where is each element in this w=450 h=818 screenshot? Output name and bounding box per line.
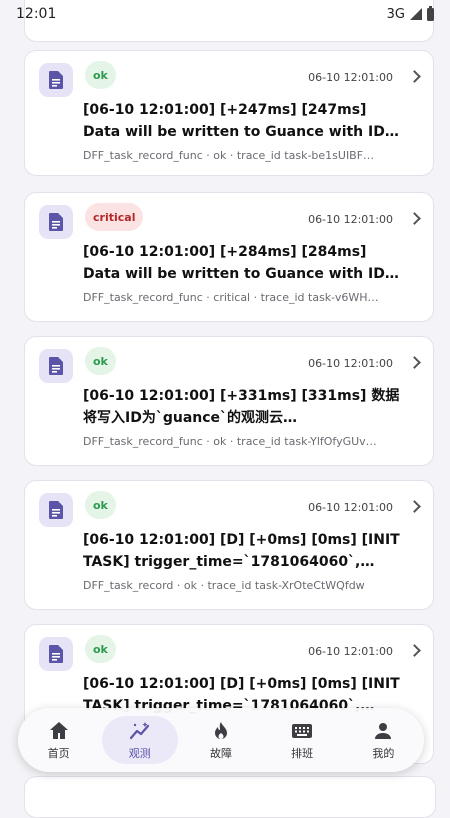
record-meta: DFF_task_record_func · ok · trace_id tas… <box>83 149 375 162</box>
fire-icon <box>213 720 229 742</box>
nav-item-mine[interactable]: 我的 <box>345 716 421 764</box>
nav-label: 排班 <box>291 746 314 760</box>
status-badge: critical <box>85 203 144 231</box>
status-badge: ok <box>85 635 116 663</box>
status-bar: 12:01 3G <box>0 0 450 28</box>
record-title: [06-10 12:01:00] [+331ms] [331ms] 数据将写入I… <box>83 388 400 426</box>
record-time: 06-10 12:01:00 <box>308 71 393 84</box>
record-time: 06-10 12:01:00 <box>308 501 393 514</box>
record-card[interactable]: critical 06-10 12:01:00 [06-10 12:01:00]… <box>24 192 434 322</box>
chevron-right-icon[interactable] <box>408 356 421 369</box>
status-badge: ok <box>85 347 116 375</box>
battery-icon <box>427 5 434 21</box>
nav-label: 故障 <box>209 746 232 760</box>
nav-label: 观测 <box>128 746 151 760</box>
chevron-right-icon[interactable] <box>408 644 421 657</box>
status-time: 12:01 <box>16 6 57 22</box>
network-label: 3G <box>386 6 405 22</box>
signal-icon <box>410 8 422 20</box>
record-card[interactable]: ok 06-10 12:01:00 [06-10 12:01:00] [D] [… <box>24 480 434 610</box>
record-card[interactable]: ok 06-10 12:01:00 [06-10 12:01:00] [+247… <box>24 50 434 176</box>
status-badge: ok <box>85 61 116 89</box>
document-icon <box>39 205 73 239</box>
document-icon <box>39 637 73 671</box>
record-meta: DFF_task_record · ok · trace_id task-XrO… <box>83 579 365 592</box>
record-title: [06-10 12:01:00] [+284ms] [284ms] Data w… <box>83 244 385 282</box>
record-title: [06-10 12:01:00] [+247ms] [247ms] Data w… <box>83 102 385 140</box>
nav-item-faults[interactable]: 故障 <box>183 716 259 764</box>
document-icon <box>39 63 73 97</box>
nav-item-observe[interactable]: 观测 <box>101 716 178 764</box>
record-card-partial[interactable] <box>24 776 436 818</box>
record-card[interactable]: ok 06-10 12:01:00 [06-10 12:01:00] [+331… <box>24 336 434 466</box>
document-icon <box>39 493 73 527</box>
nav-label: 首页 <box>47 746 70 760</box>
insights-icon <box>129 720 151 742</box>
chevron-right-icon[interactable] <box>408 70 421 83</box>
bottom-navigation: 首页 观测 故障 排班 我的 <box>18 708 424 772</box>
chevron-right-icon[interactable] <box>408 212 421 225</box>
document-icon <box>39 349 73 383</box>
record-time: 06-10 12:01:00 <box>308 645 393 658</box>
keyboard-icon <box>291 720 313 742</box>
record-title: [06-10 12:01:00] [D] [+0ms] [0ms] [INIT … <box>83 532 400 570</box>
chevron-right-icon[interactable] <box>408 500 421 513</box>
home-icon <box>49 720 69 742</box>
status-badge: ok <box>85 491 116 519</box>
person-icon <box>374 720 392 742</box>
record-time: 06-10 12:01:00 <box>308 357 393 370</box>
record-meta: DFF_task_record_func · ok · trace_id tas… <box>83 435 377 448</box>
record-list[interactable]: ok 06-10 12:01:00 [06-10 12:01:00] [+247… <box>0 0 450 818</box>
record-time: 06-10 12:01:00 <box>308 213 393 226</box>
nav-label: 我的 <box>372 746 395 760</box>
nav-item-home[interactable]: 首页 <box>21 716 97 764</box>
record-meta: DFF_task_record_func · critical · trace_… <box>83 291 379 304</box>
nav-item-schedule[interactable]: 排班 <box>264 716 340 764</box>
